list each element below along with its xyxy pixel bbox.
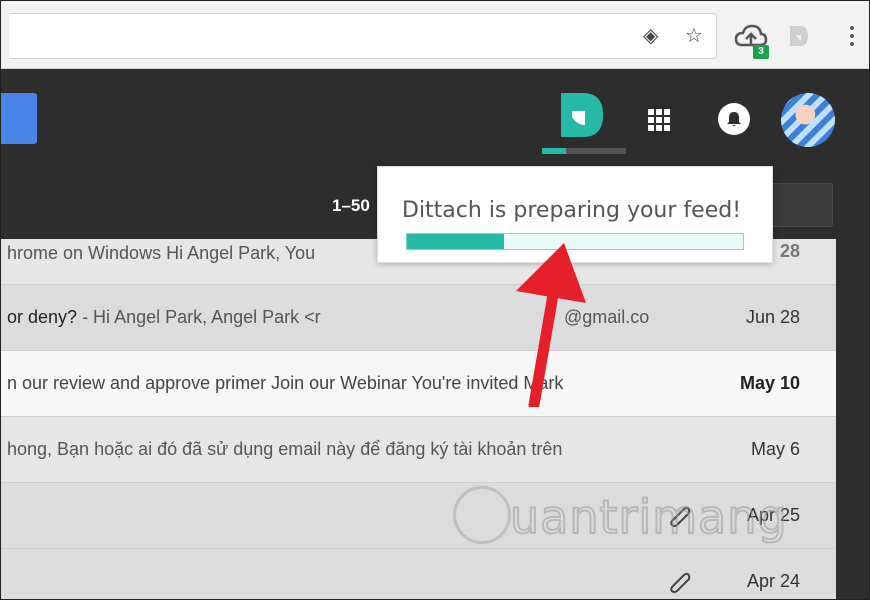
email-snippet: hong, Bạn hoặc ai đó đã sử dụng email nà… <box>7 439 563 459</box>
notifications-icon[interactable] <box>718 103 750 135</box>
email-date: Apr 24 <box>746 571 800 591</box>
menu-icon[interactable] <box>848 26 856 48</box>
table-row[interactable]: or deny? - Hi Angel Park, Angel Park <r … <box>1 285 836 351</box>
table-row[interactable]: hong, Bạn hoặc ai đó đã sử dụng email nà… <box>1 417 836 483</box>
screen: ◈ ☆ 3 1–50 hrome on Windows Hi Angel Par… <box>0 0 870 600</box>
table-row[interactable]: n our review and approve primer Join our… <box>1 351 836 417</box>
star-icon[interactable]: ☆ <box>685 25 703 45</box>
avatar[interactable] <box>781 93 835 147</box>
view-icon[interactable]: ◈ <box>643 25 658 45</box>
email-date: 28 <box>779 241 800 261</box>
address-bar[interactable] <box>9 13 717 59</box>
extension-badge: 3 <box>753 45 769 59</box>
email-date: May 10 <box>739 373 800 393</box>
watermark-text: uantrimang <box>509 489 788 545</box>
apps-icon[interactable] <box>648 109 670 131</box>
email-preview: - Hi Angel Park, Angel Park <r <box>77 307 321 327</box>
compose-button[interactable] <box>1 93 37 144</box>
email-date: Jun 28 <box>745 307 800 327</box>
browser-toolbar: ◈ ☆ 3 <box>1 1 869 69</box>
gmail-header <box>1 69 869 169</box>
dittach-loading-bar <box>542 148 626 154</box>
lightbulb-icon <box>453 486 511 544</box>
attachment-icon <box>670 572 691 593</box>
email-subject: or deny? <box>7 307 78 327</box>
right-rail <box>836 239 869 599</box>
watermark: uantrimang <box>453 486 813 556</box>
popup-message: Dittach is preparing your feed! <box>402 198 742 223</box>
dittach-extension-icon[interactable] <box>788 24 810 48</box>
pagination-label: 1–50 <box>332 196 370 215</box>
red-arrow-annotation <box>516 243 586 407</box>
table-row[interactable]: Apr 24 <box>1 549 836 599</box>
dittach-icon[interactable] <box>559 91 605 139</box>
email-date: May 6 <box>750 439 800 459</box>
